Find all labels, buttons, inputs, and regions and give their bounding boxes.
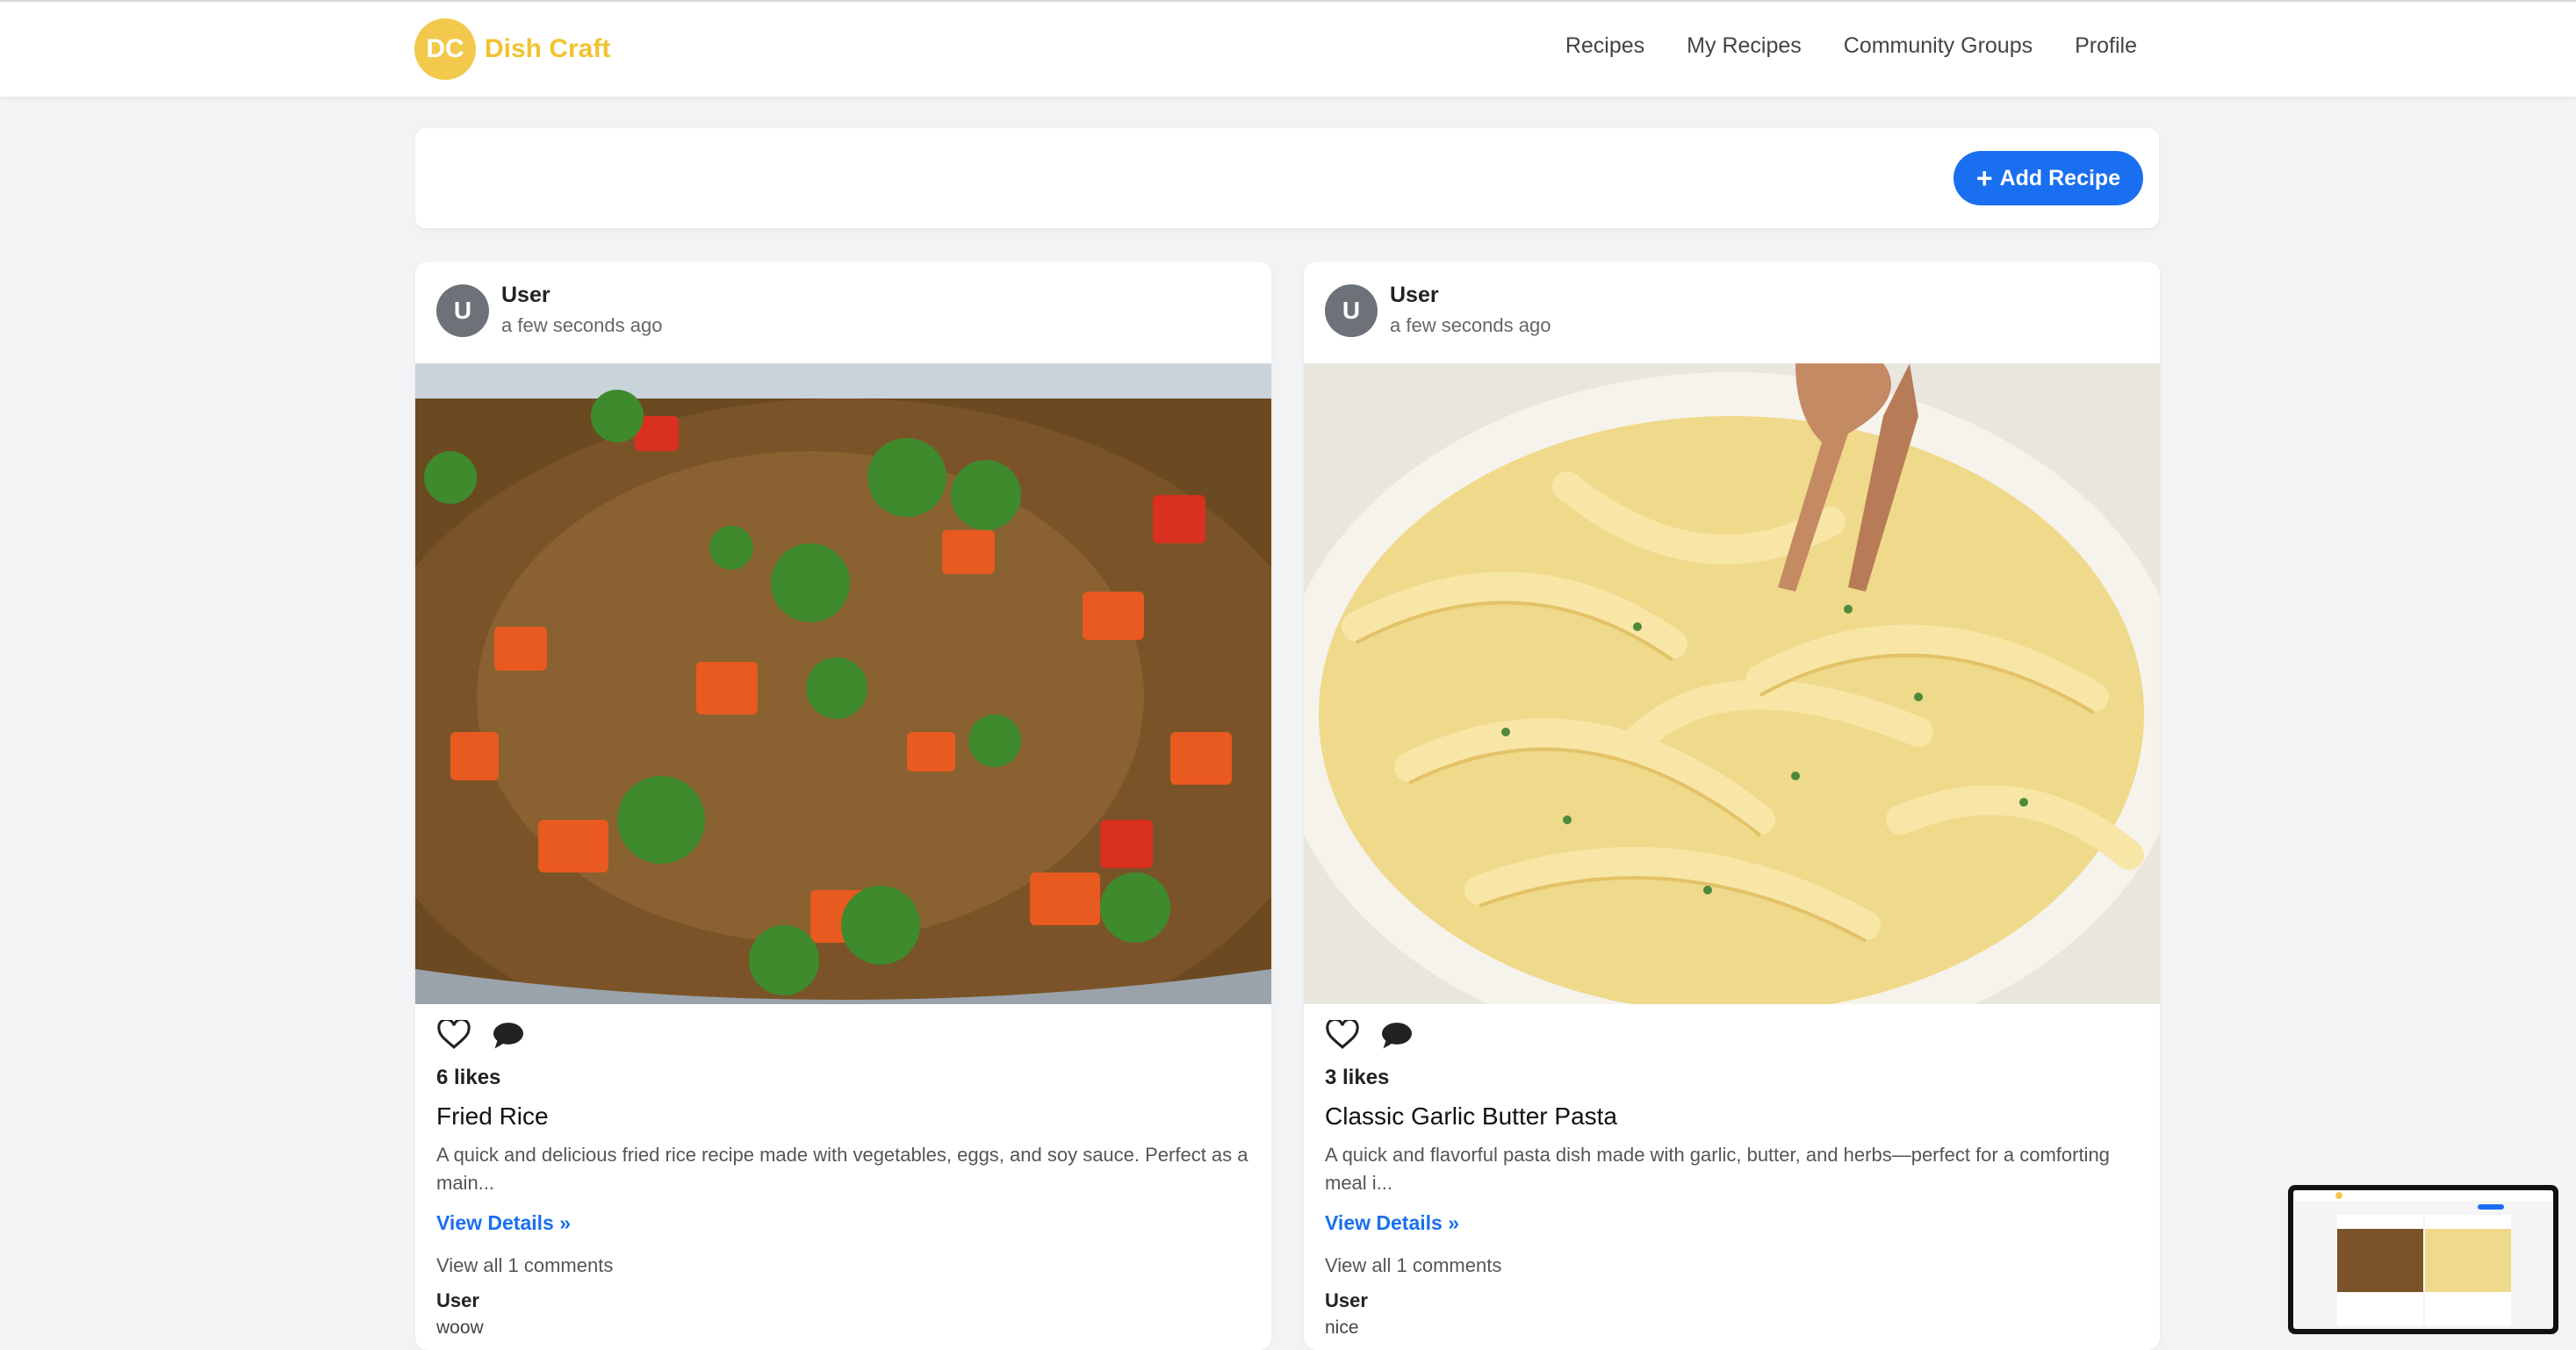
preview-content bbox=[2293, 1190, 2553, 1329]
brand-badge: DC bbox=[414, 18, 476, 80]
main-nav: Recipes My Recipes Community Groups Prof… bbox=[1565, 33, 2137, 59]
add-recipe-button[interactable]: + Add Recipe bbox=[1954, 151, 2143, 205]
view-details-link[interactable]: View Details » bbox=[436, 1211, 571, 1235]
recipe-description: A quick and delicious fried rice recipe … bbox=[436, 1144, 1248, 1194]
preview-graphic bbox=[2293, 1190, 2553, 1325]
post-time: a few seconds ago bbox=[1390, 314, 1551, 336]
action-bar: + Add Recipe bbox=[415, 128, 2159, 228]
nav-community-groups[interactable]: Community Groups bbox=[1844, 33, 2033, 59]
nav-my-recipes[interactable]: My Recipes bbox=[1687, 33, 1802, 59]
recipe-title: Classic Garlic Butter Pasta bbox=[1325, 1102, 1617, 1130]
fried-rice-photo[interactable] bbox=[415, 363, 1271, 1004]
post-body: 6 likes Fried Rice A quick and delicious… bbox=[415, 1004, 1271, 1339]
recipe-card: U User a few seconds ago bbox=[415, 262, 1271, 1350]
screen-preview-thumbnail[interactable] bbox=[2288, 1185, 2558, 1334]
post-time: a few seconds ago bbox=[501, 314, 663, 336]
view-details-link[interactable]: View Details » bbox=[1325, 1211, 1459, 1235]
post-header: U User a few seconds ago bbox=[1304, 262, 2160, 363]
view-all-comments-link[interactable]: View all 1 comments bbox=[436, 1254, 1250, 1277]
post-body: 3 likes Classic Garlic Butter Pasta A qu… bbox=[1304, 1004, 2160, 1339]
comment-text: woow bbox=[436, 1318, 484, 1338]
pasta-photo[interactable] bbox=[1304, 363, 2160, 1004]
add-recipe-label: Add Recipe bbox=[1999, 165, 2121, 190]
comment-author: User bbox=[436, 1289, 479, 1311]
comment-author: User bbox=[1325, 1289, 1368, 1311]
top-navbar: DC Dish Craft Recipes My Recipes Communi… bbox=[0, 0, 2576, 97]
recipe-title: Fried Rice bbox=[436, 1102, 549, 1130]
likes-count: 6 likes bbox=[436, 1066, 501, 1089]
recipe-description: A quick and flavorful pasta dish made wi… bbox=[1325, 1144, 2110, 1194]
recipe-card: U User a few seconds ago bbox=[1304, 262, 2160, 1350]
comment-text: nice bbox=[1325, 1318, 1359, 1338]
post-actions bbox=[1325, 1004, 2139, 1066]
comment-icon[interactable] bbox=[491, 1017, 526, 1052]
avatar[interactable]: U bbox=[436, 284, 489, 337]
heart-icon[interactable] bbox=[1325, 1017, 1360, 1052]
likes-count: 3 likes bbox=[1325, 1066, 1390, 1089]
post-author[interactable]: User bbox=[1390, 283, 1439, 308]
avatar[interactable]: U bbox=[1325, 284, 1378, 337]
comment-icon[interactable] bbox=[1379, 1017, 1414, 1052]
heart-icon[interactable] bbox=[436, 1017, 471, 1052]
nav-recipes[interactable]: Recipes bbox=[1565, 33, 1644, 59]
brand-name: Dish Craft bbox=[485, 34, 611, 63]
post-header: U User a few seconds ago bbox=[415, 262, 1271, 363]
post-author[interactable]: User bbox=[501, 283, 550, 308]
nav-profile[interactable]: Profile bbox=[2075, 33, 2137, 59]
view-all-comments-link[interactable]: View all 1 comments bbox=[1325, 1254, 2139, 1277]
plus-icon: + bbox=[1975, 162, 1993, 194]
brand-logo[interactable]: DC Dish Craft bbox=[414, 18, 610, 81]
post-actions bbox=[436, 1004, 1250, 1066]
